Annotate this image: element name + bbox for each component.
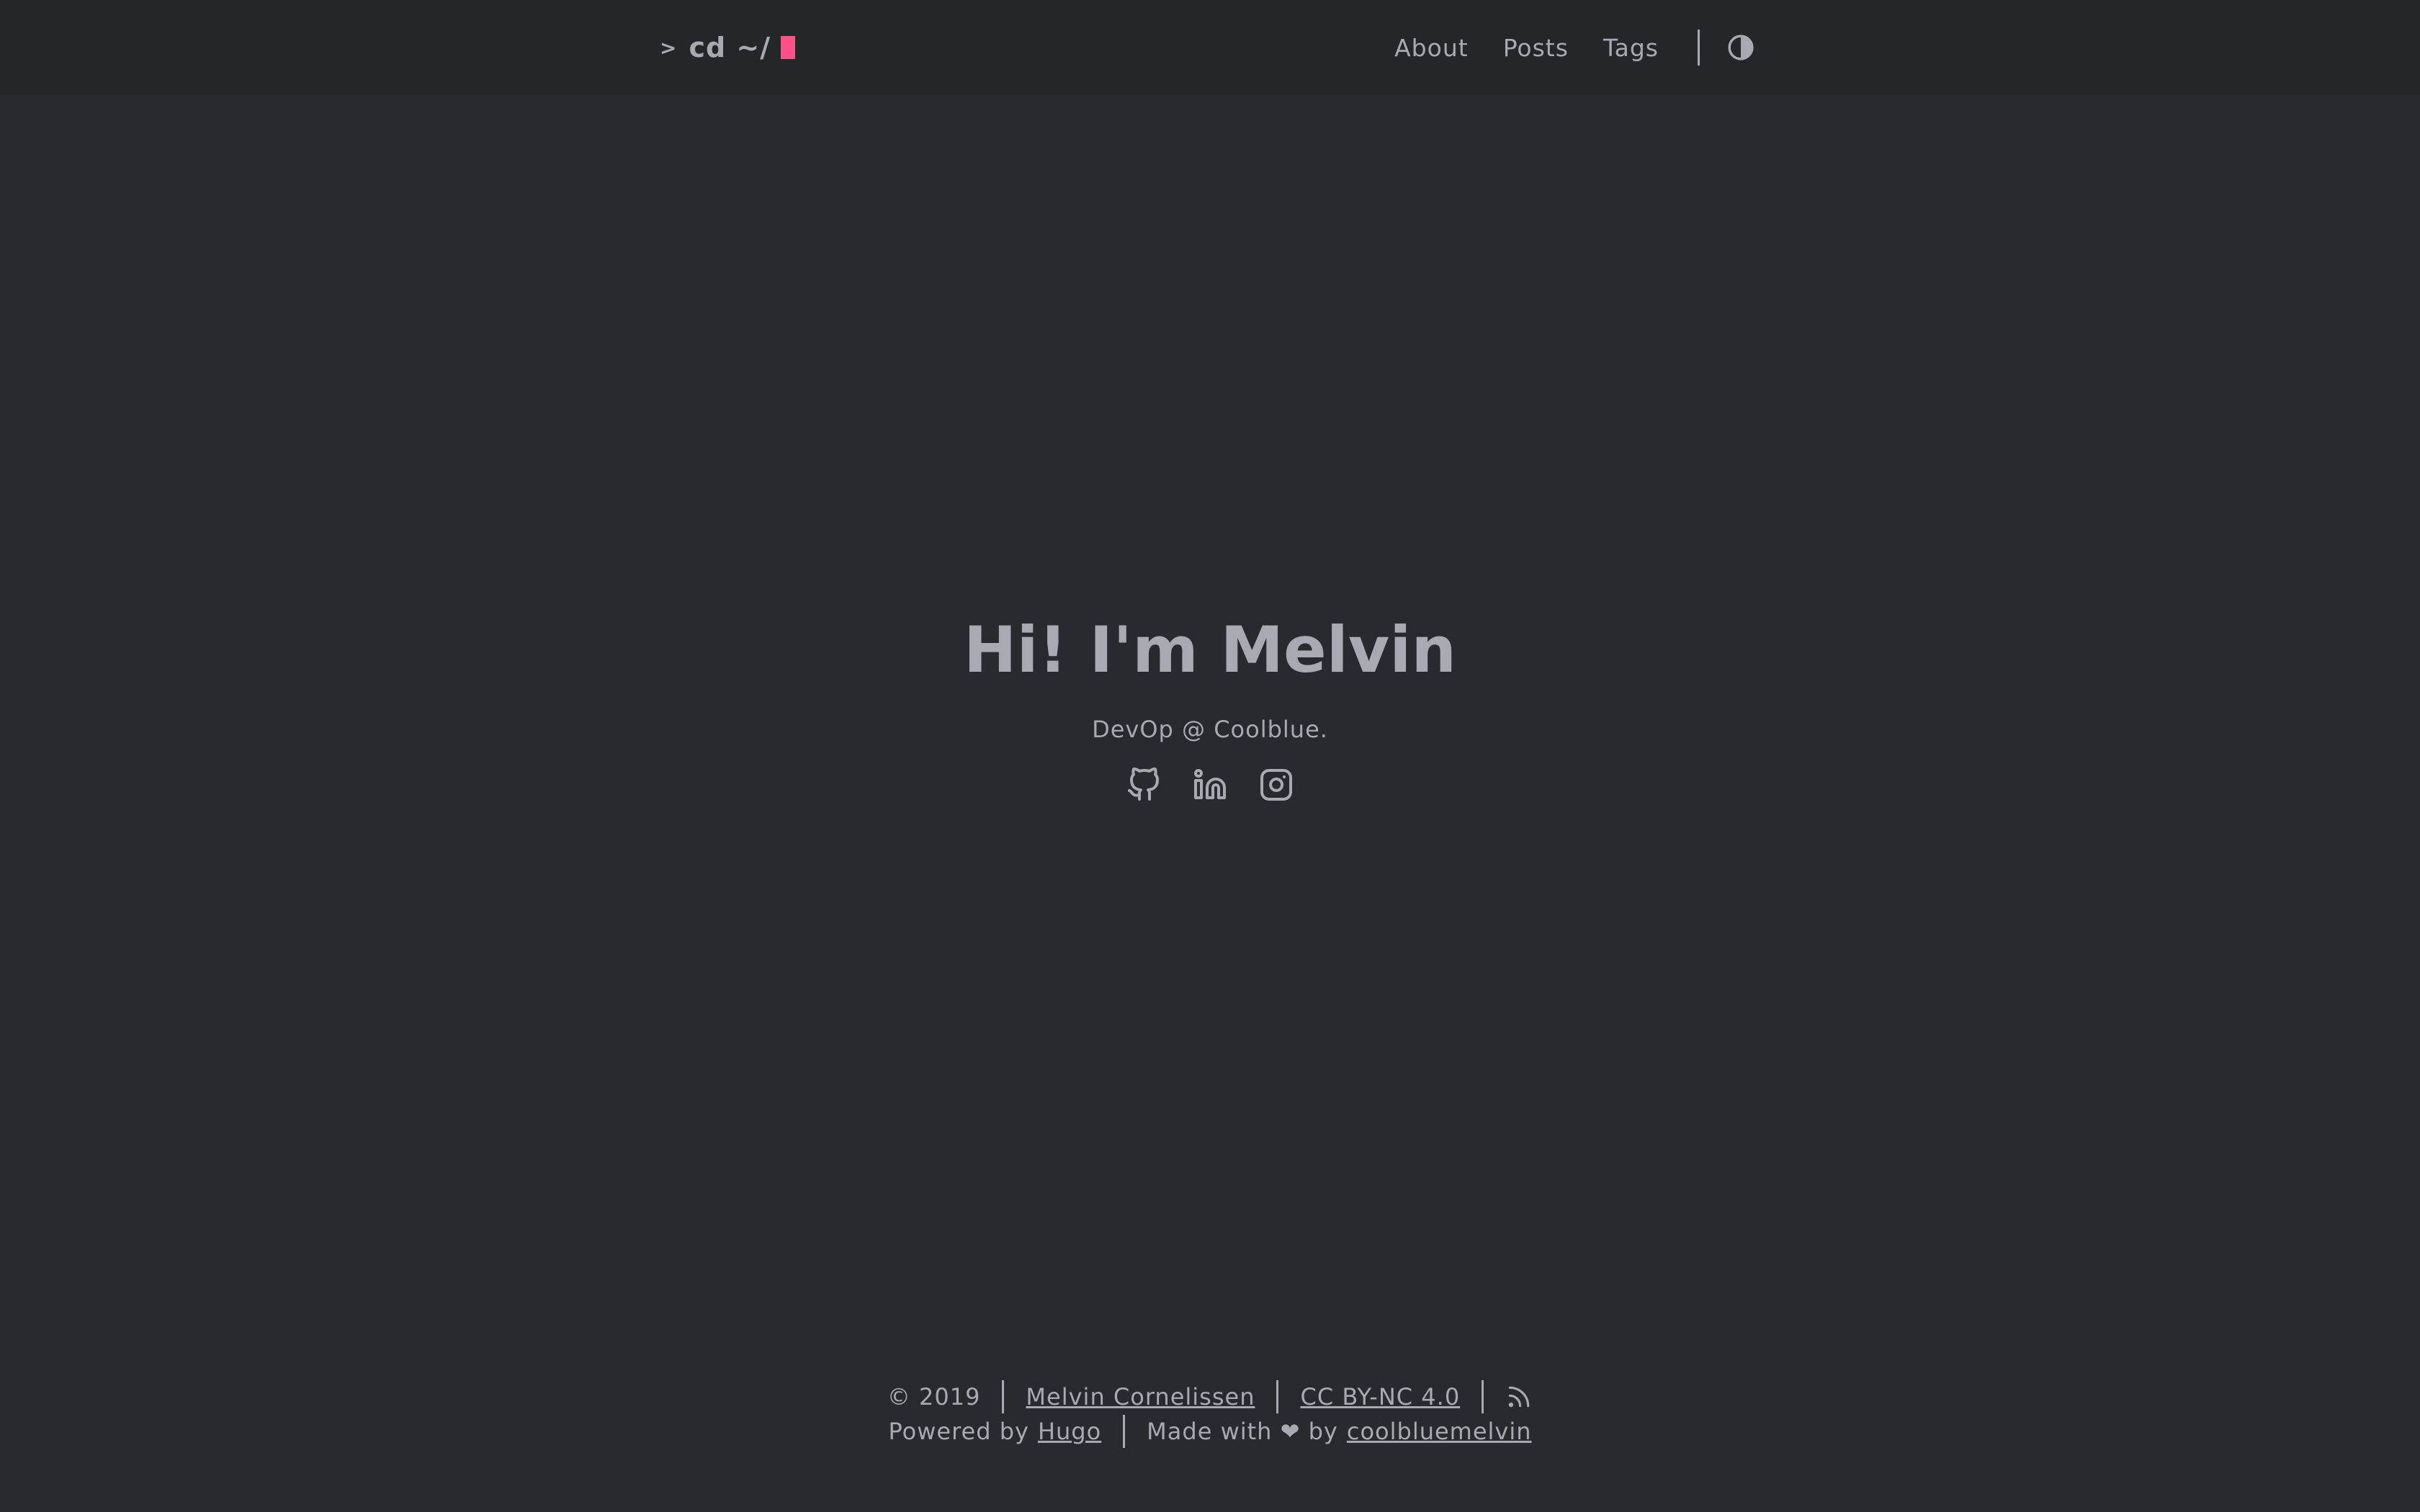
copyright-text: © 2019 bbox=[887, 1383, 981, 1410]
powered-by-text: Powered by bbox=[888, 1418, 1029, 1445]
hugo-link[interactable]: Hugo bbox=[1038, 1414, 1101, 1449]
footer-divider bbox=[1482, 1380, 1484, 1413]
rss-icon[interactable] bbox=[1505, 1383, 1533, 1410]
footer-divider bbox=[1002, 1380, 1005, 1413]
linkedin-icon[interactable] bbox=[1193, 768, 1227, 802]
nav-about[interactable]: About bbox=[1394, 34, 1469, 62]
nav-tags[interactable]: Tags bbox=[1603, 34, 1659, 62]
hero-section: Hi! I'm Melvin DevOp @ Coolblue. bbox=[0, 612, 2420, 802]
social-links bbox=[0, 767, 2420, 802]
author-link[interactable]: Melvin Cornelissen bbox=[1026, 1380, 1255, 1414]
license-link[interactable]: CC BY-NC 4.0 bbox=[1300, 1380, 1460, 1414]
logo-prompt: > bbox=[660, 35, 678, 60]
site-header: > cd ~/ About Posts Tags bbox=[0, 0, 2420, 95]
nav-posts[interactable]: Posts bbox=[1503, 34, 1569, 62]
main-nav: About Posts Tags bbox=[1360, 0, 1754, 95]
nav-divider bbox=[1698, 30, 1700, 66]
logo-cursor bbox=[781, 36, 796, 59]
logo-text: cd ~/ bbox=[689, 32, 771, 63]
instagram-icon[interactable] bbox=[1259, 768, 1294, 802]
site-footer: © 2019 Melvin Cornelissen CC BY-NC 4.0 P… bbox=[0, 1380, 2420, 1449]
site-logo[interactable]: > cd ~/ bbox=[660, 0, 796, 95]
made-by-link[interactable]: coolbluemelvin bbox=[1347, 1414, 1532, 1449]
footer-row-powered: Powered by Hugo Made with ❤ by coolbluem… bbox=[0, 1414, 2420, 1449]
contrast-icon[interactable] bbox=[1727, 34, 1754, 61]
hero-subtitle: DevOp @ Coolblue. bbox=[1092, 715, 1328, 743]
made-with-text: Made with ❤ by bbox=[1147, 1418, 1338, 1445]
hero-title: Hi! I'm Melvin bbox=[963, 613, 1457, 687]
footer-divider bbox=[1276, 1380, 1279, 1413]
footer-divider bbox=[1123, 1415, 1126, 1448]
github-icon[interactable] bbox=[1126, 767, 1161, 802]
footer-row-copyright: © 2019 Melvin Cornelissen CC BY-NC 4.0 bbox=[0, 1380, 2420, 1414]
